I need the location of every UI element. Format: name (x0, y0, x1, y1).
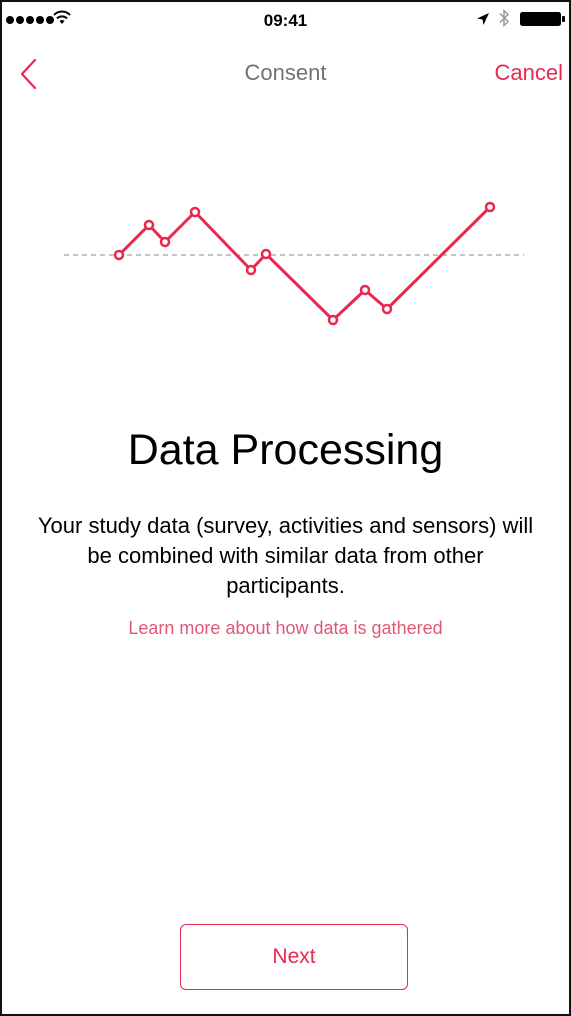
navigation-bar: Consent Cancel (2, 40, 569, 106)
bluetooth-icon (499, 8, 510, 28)
next-button[interactable]: Next (180, 924, 408, 990)
page-title: Data Processing (127, 426, 444, 474)
nav-title: Consent (244, 60, 327, 85)
learn-more-link[interactable]: Learn more about how data is gathered (2, 618, 569, 639)
data-line-graph-icon (64, 201, 524, 326)
battery-full-icon (520, 12, 565, 26)
description-text: Your study data (survey, activities and … (37, 513, 534, 598)
location-arrow-icon (477, 13, 489, 25)
cancel-button[interactable]: Cancel (495, 60, 563, 86)
consent-screen: 09:41 Consent Cancel Data Processing You… (0, 0, 571, 1016)
status-bar: 09:41 (2, 2, 569, 40)
